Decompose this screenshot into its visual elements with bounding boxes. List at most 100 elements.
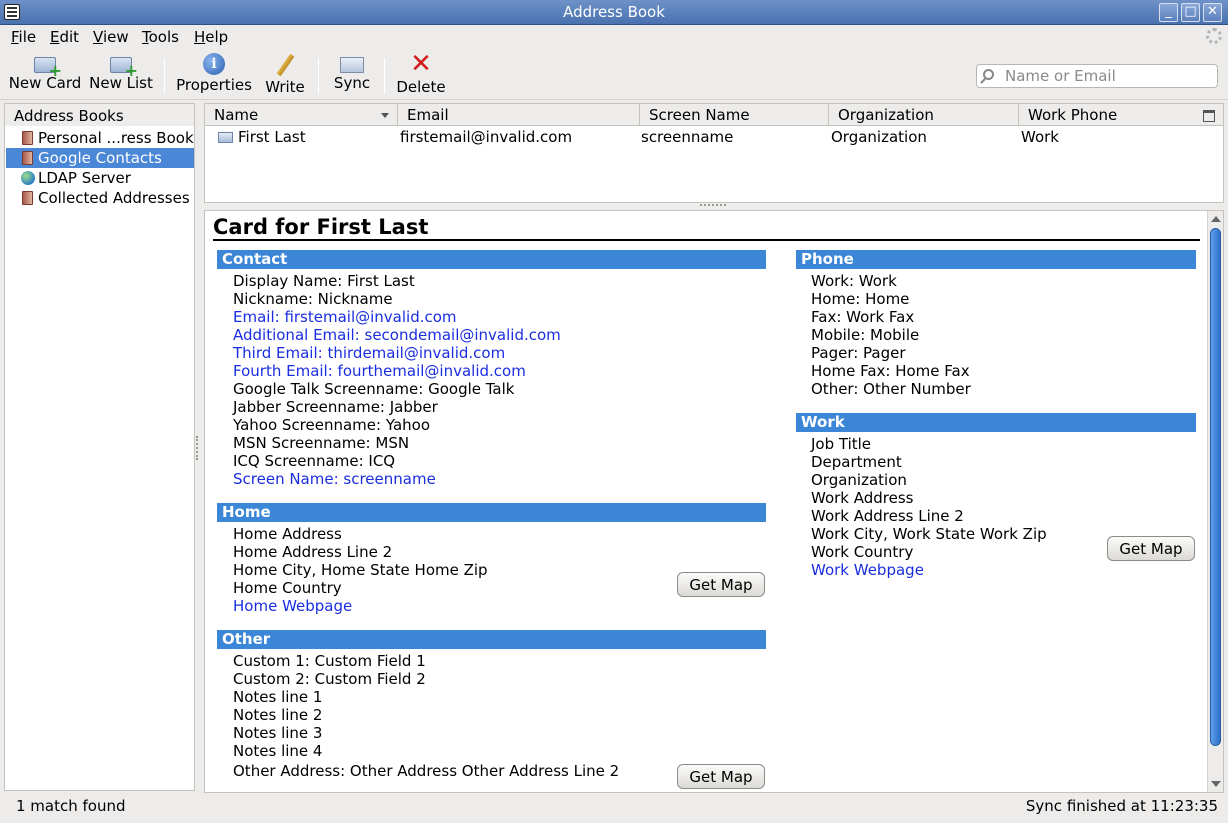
cell-email: firstemail@invalid.com — [400, 128, 573, 146]
column-header-work-phone[interactable]: Work Phone — [1019, 104, 1197, 126]
globe-icon — [21, 171, 35, 185]
new-list-icon — [110, 57, 138, 80]
activity-throbber-icon — [1206, 28, 1222, 44]
display-name: Display Name: First Last — [233, 272, 415, 290]
home-city-state-zip: Home City, Home State Home Zip — [233, 561, 488, 579]
close-button[interactable]: ✕ — [1203, 3, 1222, 22]
search-input[interactable] — [1005, 67, 1205, 85]
write-button[interactable]: Write — [262, 53, 308, 99]
column-header-organization[interactable]: Organization — [829, 104, 1019, 126]
address-book-icon — [22, 151, 33, 165]
table-row[interactable]: First Last firstemail@invalid.com screen… — [205, 127, 1195, 147]
section-header-phone: Phone — [796, 250, 1196, 269]
new-card-button[interactable]: New Card — [8, 53, 82, 99]
menu-file[interactable]: File — [11, 28, 36, 46]
home-webpage-link[interactable]: Home Webpage — [233, 597, 352, 615]
window-title: Address Book — [563, 3, 665, 21]
work-address-line-2: Work Address Line 2 — [811, 507, 964, 525]
menu-bar: File Edit View Tools Help — [0, 26, 1228, 48]
contact-card-icon — [218, 132, 233, 143]
additional-email-link[interactable]: Additional Email: secondemail@invalid.co… — [233, 326, 561, 344]
new-card-icon — [34, 57, 62, 80]
column-header-screen-name[interactable]: Screen Name — [640, 104, 829, 126]
cell-screen-name: screenname — [641, 128, 734, 146]
menu-edit[interactable]: Edit — [50, 28, 79, 46]
properties-button[interactable]: i Properties — [174, 53, 254, 99]
icq-screenname: ICQ Screenname: ICQ — [233, 452, 396, 470]
home-address-line-2: Home Address Line 2 — [233, 543, 393, 561]
section-header-contact: Contact — [217, 250, 766, 269]
contact-card-view: Card for First Last Contact Display Name… — [204, 210, 1224, 793]
delete-button[interactable]: ✕ Delete — [394, 49, 448, 99]
other-get-map-button[interactable]: Get Map — [677, 764, 765, 789]
minimize-button[interactable]: _ — [1159, 3, 1178, 22]
section-header-home: Home — [217, 503, 766, 522]
work-country: Work Country — [811, 543, 914, 561]
sidebar-item-collected-addresses[interactable]: Collected Addresses — [6, 188, 194, 208]
notes-line-4: Notes line 4 — [233, 742, 323, 760]
msn-screenname: MSN Screenname: MSN — [233, 434, 410, 452]
sync-button[interactable]: Sync — [332, 53, 372, 99]
screen-name-link[interactable]: Screen Name: screenname — [233, 470, 436, 488]
delete-x-icon: ✕ — [410, 49, 432, 79]
maximize-button[interactable]: □ — [1181, 3, 1200, 22]
phone-other: Other: Other Number — [811, 380, 971, 398]
column-picker-icon[interactable] — [1195, 104, 1223, 126]
search-icon — [983, 69, 994, 80]
other-address: Other Address: Other Address Other Addre… — [233, 762, 620, 780]
home-get-map-button[interactable]: Get Map — [677, 572, 765, 597]
scroll-thumb[interactable] — [1210, 228, 1221, 746]
address-book-icon — [22, 191, 33, 205]
menu-help[interactable]: Help — [194, 28, 228, 46]
card-scrollbar[interactable] — [1207, 211, 1223, 792]
phone-fax: Fax: Work Fax — [811, 308, 915, 326]
sidebar-item-ldap-server[interactable]: LDAP Server — [6, 168, 194, 188]
work-city-state-zip: Work City, Work State Work Zip — [811, 525, 1047, 543]
horizontal-splitter-grip[interactable] — [700, 204, 726, 208]
home-address: Home Address — [233, 525, 342, 543]
scroll-down-icon[interactable] — [1211, 781, 1221, 787]
notes-line-1: Notes line 1 — [233, 688, 323, 706]
scroll-up-icon[interactable] — [1211, 216, 1221, 222]
third-email-link[interactable]: Third Email: thirdemail@invalid.com — [233, 344, 505, 362]
custom-2: Custom 2: Custom Field 2 — [233, 670, 426, 688]
match-count-status: 1 match found — [16, 797, 126, 815]
yahoo-screenname: Yahoo Screenname: Yahoo — [233, 416, 430, 434]
sidebar-item-personal-address-book[interactable]: Personal ...ress Book — [6, 128, 194, 148]
sync-icon — [340, 57, 364, 73]
pencil-icon — [273, 53, 297, 77]
column-header-email[interactable]: Email — [398, 104, 640, 126]
new-list-button[interactable]: New List — [86, 53, 156, 99]
toolbar-separator — [318, 58, 319, 94]
toolbar-separator — [384, 58, 385, 94]
search-box[interactable] — [976, 64, 1218, 88]
contact-list: Name Email Screen Name Organization Work… — [204, 103, 1224, 203]
phone-mobile: Mobile: Mobile — [811, 326, 920, 344]
sidebar-item-google-contacts[interactable]: Google Contacts — [6, 148, 194, 168]
work-address: Work Address — [811, 489, 914, 507]
menu-tools[interactable]: Tools — [142, 28, 179, 46]
toolbar-separator — [164, 58, 165, 94]
title-divider — [213, 239, 1200, 241]
work-get-map-button[interactable]: Get Map — [1107, 536, 1195, 561]
sort-descending-icon — [381, 113, 389, 118]
column-header-name[interactable]: Name — [205, 104, 398, 126]
fourth-email-link[interactable]: Fourth Email: fourthemail@invalid.com — [233, 362, 526, 380]
department: Department — [811, 453, 902, 471]
phone-home-fax: Home Fax: Home Fax — [811, 362, 970, 380]
phone-home: Home: Home — [811, 290, 910, 308]
menu-view[interactable]: View — [93, 28, 129, 46]
section-header-other: Other — [217, 630, 766, 649]
info-icon: i — [203, 53, 225, 75]
job-title: Job Title — [811, 435, 872, 453]
email-link[interactable]: Email: firstemail@invalid.com — [233, 308, 457, 326]
nickname: Nickname: Nickname — [233, 290, 393, 308]
vertical-splitter-grip[interactable] — [196, 436, 200, 460]
card-title: Card for First Last — [213, 215, 429, 239]
google-talk-screenname: Google Talk Screenname: Google Talk — [233, 380, 515, 398]
cell-name: First Last — [238, 128, 306, 146]
work-webpage-link[interactable]: Work Webpage — [811, 561, 924, 579]
organization: Organization — [811, 471, 907, 489]
title-bar: Address Book _ □ ✕ — [0, 0, 1228, 25]
cell-organization: Organization — [831, 128, 927, 146]
